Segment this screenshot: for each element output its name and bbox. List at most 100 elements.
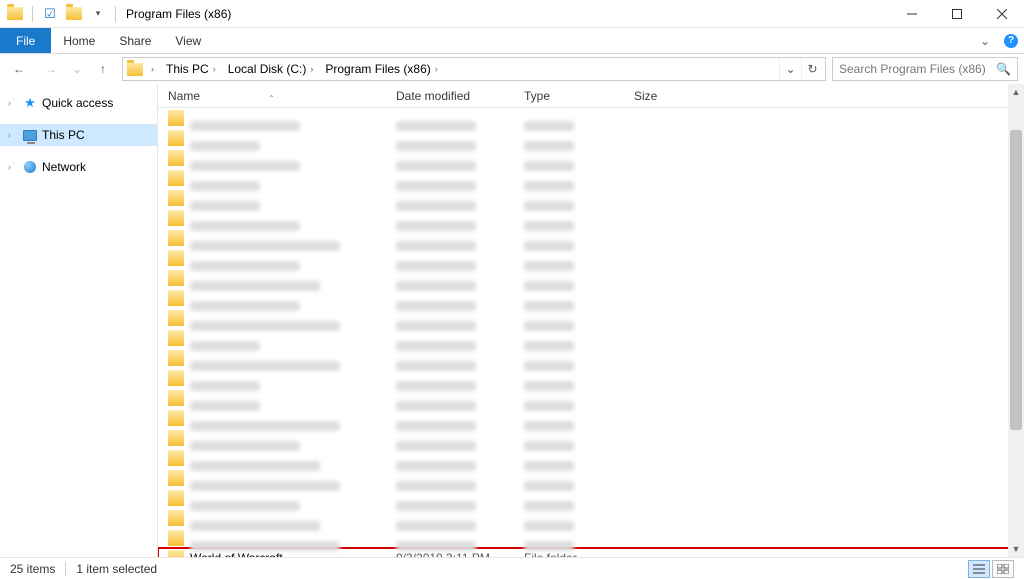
status-bar: 25 items 1 item selected xyxy=(0,557,1024,579)
folder-icon xyxy=(168,130,184,146)
folder-icon xyxy=(168,210,184,226)
file-row[interactable] xyxy=(158,228,1024,248)
column-headers: Name⌃ Date modified Type Size xyxy=(158,84,1024,108)
network-icon xyxy=(22,159,38,175)
address-bar-row: ← → ⌄ ↑ › This PC› Local Disk (C:)› Prog… xyxy=(0,54,1024,84)
address-dropdown-icon[interactable]: ⌄ xyxy=(779,58,801,80)
share-tab[interactable]: Share xyxy=(107,28,163,53)
folder-icon xyxy=(168,250,184,266)
column-date[interactable]: Date modified xyxy=(396,89,524,103)
search-input[interactable]: Search Program Files (x86) 🔍 xyxy=(832,57,1018,81)
scroll-up-icon[interactable]: ▲ xyxy=(1008,84,1024,100)
folder-icon xyxy=(168,450,184,466)
file-row[interactable] xyxy=(158,368,1024,388)
breadcrumb-folder[interactable]: Program Files (x86)› xyxy=(319,58,443,80)
file-row[interactable] xyxy=(158,108,1024,128)
breadcrumb-this-pc[interactable]: This PC› xyxy=(160,58,222,80)
file-row[interactable] xyxy=(158,488,1024,508)
ribbon-tabs: File Home Share View ⌄ ? xyxy=(0,28,1024,54)
file-row[interactable] xyxy=(158,208,1024,228)
folder-icon xyxy=(168,470,184,486)
file-row[interactable] xyxy=(158,528,1024,548)
file-row[interactable] xyxy=(158,248,1024,268)
expand-icon[interactable]: › xyxy=(8,98,18,108)
maximize-button[interactable] xyxy=(934,0,979,28)
scroll-thumb[interactable] xyxy=(1010,130,1022,430)
forward-button[interactable]: → xyxy=(38,57,64,81)
file-row[interactable] xyxy=(158,268,1024,288)
folder-app-icon xyxy=(4,3,26,25)
folder-icon xyxy=(168,230,184,246)
quick-access-toolbar: ☑ ▾ xyxy=(4,3,120,25)
view-tab[interactable]: View xyxy=(163,28,213,53)
folder-icon xyxy=(168,550,184,557)
breadcrumb-label: This PC xyxy=(166,62,209,76)
file-list-pane: Name⌃ Date modified Type Size xyxy=(158,84,1024,557)
details-view-button[interactable] xyxy=(968,560,990,578)
file-row[interactable] xyxy=(158,448,1024,468)
pc-icon xyxy=(22,127,38,143)
qat-dropdown-icon[interactable]: ▾ xyxy=(87,3,109,25)
close-button[interactable] xyxy=(979,0,1024,28)
back-button[interactable]: ← xyxy=(6,57,32,81)
nav-quick-access[interactable]: › ★ Quick access xyxy=(0,92,157,114)
file-row[interactable] xyxy=(158,408,1024,428)
file-type: File folder xyxy=(524,551,634,557)
scroll-down-icon[interactable]: ▼ xyxy=(1008,541,1024,557)
nav-label: Quick access xyxy=(42,96,113,110)
breadcrumb-drive[interactable]: Local Disk (C:)› xyxy=(222,58,320,80)
navigation-pane: › ★ Quick access › This PC › Network xyxy=(0,84,158,557)
folder-icon xyxy=(168,190,184,206)
refresh-button[interactable]: ↻ xyxy=(801,58,823,80)
file-row[interactable] xyxy=(158,168,1024,188)
up-button[interactable]: ↑ xyxy=(90,57,116,81)
scroll-track[interactable] xyxy=(1008,100,1024,541)
file-row[interactable] xyxy=(158,468,1024,488)
file-row[interactable] xyxy=(158,348,1024,368)
column-name[interactable]: Name⌃ xyxy=(168,89,396,103)
file-row[interactable] xyxy=(158,428,1024,448)
file-rows: World of Warcraft 9/3/2019 3:11 PM File … xyxy=(158,108,1024,557)
file-row[interactable] xyxy=(158,148,1024,168)
file-row[interactable] xyxy=(158,128,1024,148)
ribbon-collapse-icon[interactable]: ⌄ xyxy=(972,28,998,53)
file-row[interactable] xyxy=(158,388,1024,408)
sort-indicator-icon: ⌃ xyxy=(268,94,275,103)
folder-icon xyxy=(168,510,184,526)
vertical-scrollbar[interactable]: ▲ ▼ xyxy=(1008,84,1024,557)
help-button[interactable]: ? xyxy=(998,28,1024,53)
thumbnails-view-button[interactable] xyxy=(992,560,1014,578)
column-size[interactable]: Size xyxy=(634,89,704,103)
recent-dropdown-icon[interactable]: ⌄ xyxy=(70,57,84,81)
folder-icon xyxy=(168,370,184,386)
folder-icon xyxy=(168,490,184,506)
search-placeholder: Search Program Files (x86) xyxy=(839,62,986,76)
window-title: Program Files (x86) xyxy=(126,7,231,21)
file-date: 9/3/2019 3:11 PM xyxy=(396,551,524,557)
expand-icon[interactable]: › xyxy=(8,162,18,172)
properties-qat-icon[interactable]: ☑ xyxy=(39,3,61,25)
address-bar[interactable]: › This PC› Local Disk (C:)› Program File… xyxy=(122,57,826,81)
column-type[interactable]: Type xyxy=(524,89,634,103)
folder-icon xyxy=(168,410,184,426)
folder-icon xyxy=(168,290,184,306)
folder-icon xyxy=(168,430,184,446)
file-tab[interactable]: File xyxy=(0,28,51,53)
file-row[interactable] xyxy=(158,308,1024,328)
breadcrumb-root-chevron[interactable]: › xyxy=(145,58,160,80)
file-row[interactable] xyxy=(158,328,1024,348)
expand-icon[interactable]: › xyxy=(8,130,18,140)
home-tab[interactable]: Home xyxy=(51,28,107,53)
nav-this-pc[interactable]: › This PC xyxy=(0,124,157,146)
file-row[interactable] xyxy=(158,508,1024,528)
new-folder-qat-icon[interactable] xyxy=(63,3,85,25)
folder-icon xyxy=(168,110,184,126)
folder-icon xyxy=(168,530,184,546)
status-selection: 1 item selected xyxy=(76,562,157,576)
file-row[interactable] xyxy=(158,288,1024,308)
minimize-button[interactable] xyxy=(889,0,934,28)
status-item-count: 25 items xyxy=(10,562,55,576)
file-row[interactable] xyxy=(158,188,1024,208)
nav-network[interactable]: › Network xyxy=(0,156,157,178)
nav-label: This PC xyxy=(42,128,85,142)
